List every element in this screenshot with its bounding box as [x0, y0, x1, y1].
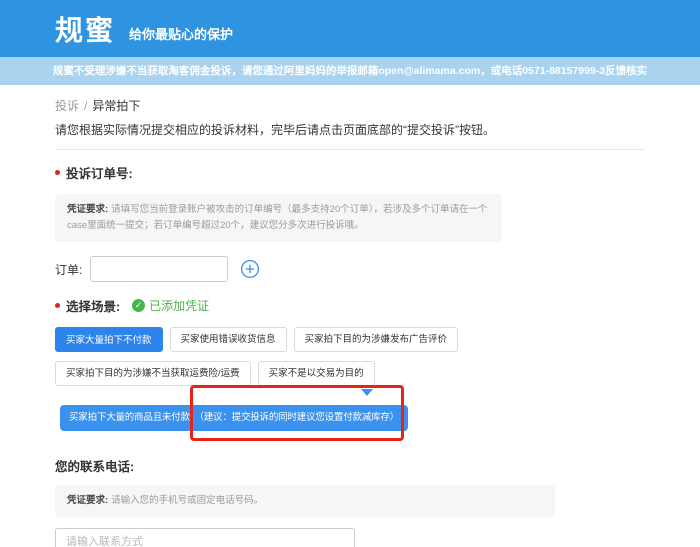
plus-circle-icon: [240, 259, 260, 279]
evidence-status-badge: ✓ 已添加凭证: [132, 297, 209, 314]
scene-option-shipping-fee[interactable]: 买家拍下目的为涉嫌不当获取运费险/运费: [55, 361, 251, 386]
scene-option-mass-unpaid[interactable]: 买家大量拍下不付款: [55, 327, 163, 352]
phone-requirement-label: 凭证要求:: [67, 495, 108, 506]
phone-requirement-box: 凭证要求:请输入您的手机号或固定电话号码。: [55, 485, 555, 517]
evidence-status-text: 已添加凭证: [149, 297, 209, 314]
breadcrumb-separator: /: [84, 99, 87, 113]
suggestion-tooltip: 买家拍下大量的商品且未付款。（建议：提交投诉的同时建议您设置付款减库存）: [60, 405, 408, 431]
check-circle-icon: ✓: [132, 299, 145, 312]
app-header: 规蜜 给你最贴心的保护: [0, 0, 700, 57]
phone-section-title: 您的联系电话:: [55, 456, 645, 475]
add-order-button[interactable]: [240, 259, 260, 279]
order-requirement-box: 凭证要求:请填写您当前登录账户被攻击的订单编号（最多支持20个订单），若涉及多个…: [55, 194, 502, 242]
scene-section-title-text: 选择场景:: [66, 296, 120, 315]
order-number-input[interactable]: [90, 256, 228, 282]
notice-text: 规蜜不受理涉嫌不当获取淘客佣金投诉，请您通过阿里妈妈的举报邮箱open@alim…: [53, 65, 647, 77]
notice-bar: 规蜜不受理涉嫌不当获取淘客佣金投诉，请您通过阿里妈妈的举报邮箱open@alim…: [0, 57, 700, 85]
scene-section-title: 选择场景: ✓ 已添加凭证: [55, 296, 645, 315]
required-dot-icon: [55, 170, 60, 175]
phone-requirement-text: 请输入您的手机号或固定电话号码。: [111, 495, 263, 506]
suggestion-area: 买家拍下大量的商品且未付款。（建议：提交投诉的同时建议您设置付款减库存）: [55, 386, 645, 448]
breadcrumb: 投诉 / 异常拍下: [55, 97, 645, 112]
order-input-label: 订单:: [55, 261, 82, 278]
app-tagline: 给你最贴心的保护: [129, 24, 233, 43]
section-divider: [55, 149, 645, 150]
main-content: 投诉 / 异常拍下 请您根据实际情况提交相应的投诉材料，完毕后请点击页面底部的“提交…: [0, 85, 700, 547]
phone-input[interactable]: [55, 528, 355, 547]
scene-option-not-for-trade[interactable]: 买家不是以交易为目的: [258, 361, 375, 386]
breadcrumb-current: 异常拍下: [92, 99, 140, 113]
scene-option-wrong-address[interactable]: 买家使用错误收货信息: [170, 327, 287, 352]
order-section-title: 投诉订单号:: [55, 163, 645, 182]
order-input-row: 订单:: [55, 256, 645, 282]
order-section-title-text: 投诉订单号:: [66, 163, 133, 182]
scene-option-ad-review[interactable]: 买家拍下目的为涉嫌发布广告评价: [294, 327, 459, 352]
breadcrumb-parent[interactable]: 投诉: [55, 99, 79, 113]
scene-options-group: 买家大量拍下不付款 买家使用错误收货信息 买家拍下目的为涉嫌发布广告评价 买家拍…: [55, 327, 655, 386]
app-logo: 规蜜: [55, 9, 115, 49]
order-requirement-text: 请填写您当前登录账户被攻击的订单编号（最多支持20个订单），若涉及多个订单请在一…: [67, 204, 488, 231]
required-dot-icon: [55, 303, 60, 308]
order-requirement-label: 凭证要求:: [67, 204, 108, 215]
dropdown-arrow-icon: [361, 389, 373, 396]
intro-instruction: 请您根据实际情况提交相应的投诉材料，完毕后请点击页面底部的“提交投诉”按钮。: [55, 121, 645, 138]
